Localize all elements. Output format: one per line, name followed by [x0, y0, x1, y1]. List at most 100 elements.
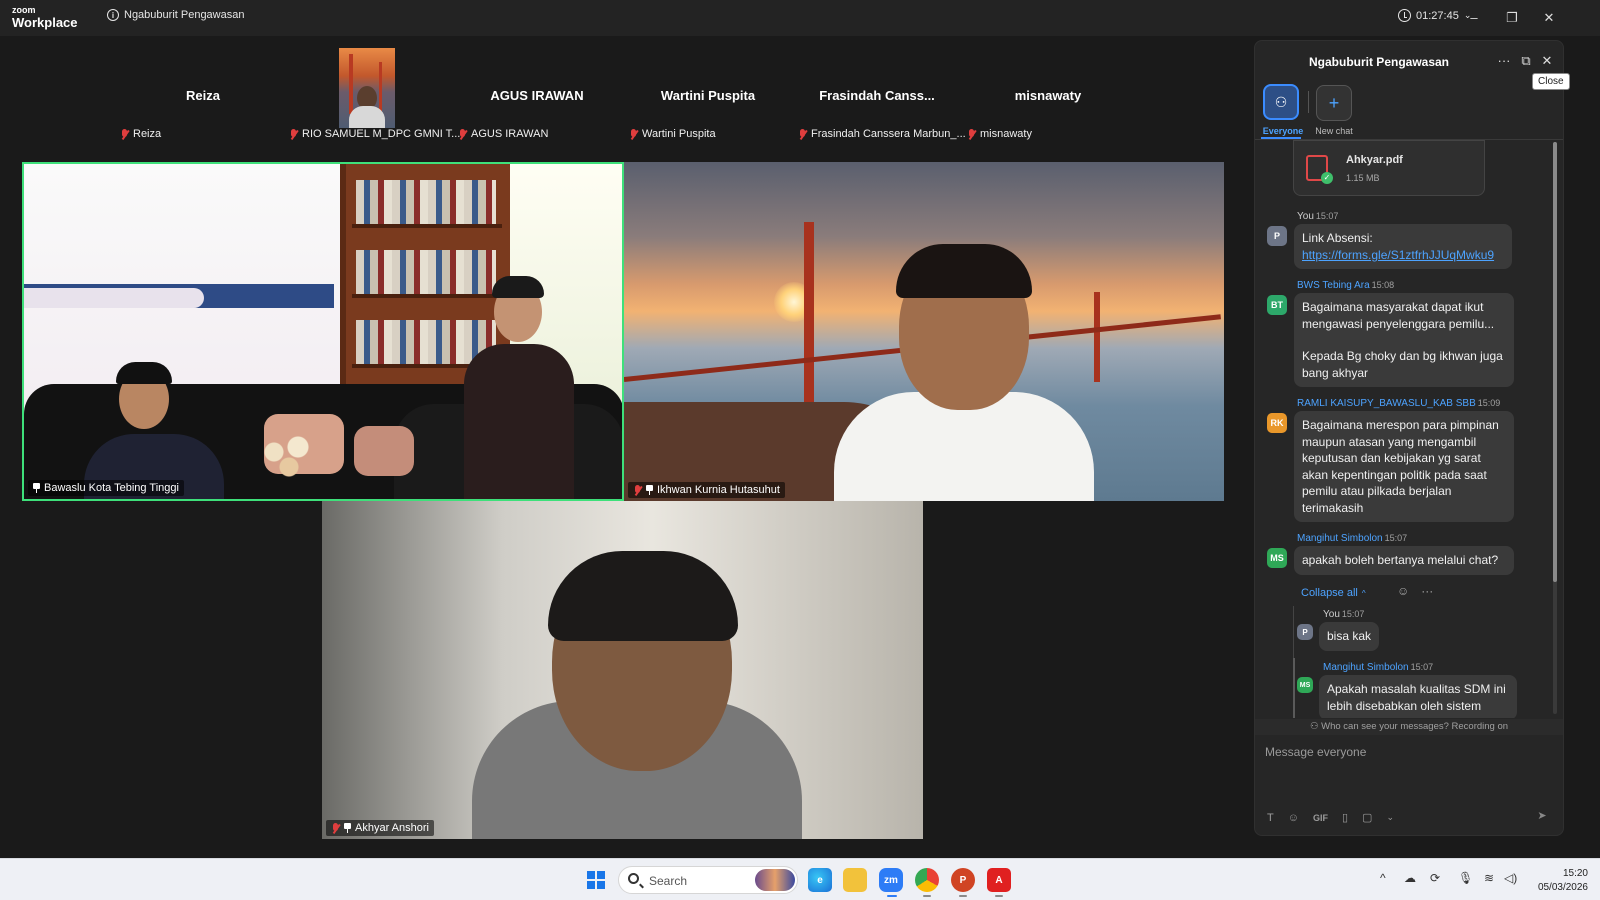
avatar: BT [1267, 295, 1287, 315]
tab-new-chat[interactable]: + [1316, 85, 1352, 121]
avatar: MS [1267, 548, 1287, 568]
mic-muted-icon [289, 128, 298, 140]
video-name-label: Akhyar Anshori [326, 820, 434, 836]
collapse-all-button[interactable]: Collapse all ^ [1301, 587, 1366, 599]
avatar: P [1297, 624, 1313, 640]
gif-button[interactable]: GIF [1313, 813, 1328, 823]
more-options-button[interactable]: ··· [1495, 52, 1513, 70]
mic-muted-icon [967, 128, 976, 140]
participant-label: Frasindah Canssera Marbun_... [798, 128, 966, 140]
file-name: Ahkyar.pdf [1346, 154, 1403, 166]
taskbar-search[interactable]: Search [618, 866, 798, 894]
tab-everyone[interactable]: ⚇ [1263, 84, 1299, 120]
pin-icon [344, 823, 351, 833]
participant-label: misnawaty [967, 128, 1032, 140]
participant-name: AGUS IRAWAN [490, 88, 584, 103]
clock-date: 05/03/2026 [1537, 882, 1588, 893]
video-tile-active-speaker[interactable]: Bawaslu Kota Tebing Tinggi [22, 162, 624, 501]
participant-label: Reiza [120, 128, 161, 140]
title-bar: zoom Workplace i Ngabuburit Pengawasan 0… [0, 0, 1600, 36]
popout-chat-button[interactable]: ⧉ [1517, 52, 1535, 70]
system-clock[interactable]: 15:20 05/03/2026 [1522, 867, 1588, 895]
mic-muted-icon [458, 128, 467, 140]
send-icon[interactable]: ➤ [1533, 809, 1551, 825]
participant-tile[interactable]: Wartini Puspita Wartini Puspita [623, 48, 793, 146]
participant-tile[interactable]: RIO SAMUEL M_DPC GMNI T... [283, 48, 460, 146]
participant-label: AGUS IRAWAN [458, 128, 548, 140]
mic-muted-icon [120, 128, 129, 140]
visibility-notice[interactable]: ⚇ Who can see your messages? Recording o… [1255, 719, 1563, 735]
file-icon[interactable]: ▯ [1342, 811, 1348, 824]
screenshot-icon[interactable]: ▢ [1362, 811, 1372, 824]
message-sender: BWS Tebing Ara 15:08 [1297, 280, 1395, 291]
restore-button[interactable]: ❐ [1502, 8, 1522, 28]
chrome-icon[interactable] [915, 868, 939, 892]
close-chat-button[interactable]: ✕ [1538, 52, 1556, 70]
zoom-icon[interactable]: zm [879, 868, 903, 892]
avatar: P [1267, 226, 1287, 246]
tab-new-chat-label: New chat [1315, 126, 1353, 136]
message-sender: Mangihut Simbolon 15:07 [1323, 662, 1434, 673]
check-icon: ✓ [1321, 172, 1333, 184]
message-sender: You 15:07 [1297, 211, 1339, 222]
chevron-up-icon: ^ [1361, 588, 1366, 598]
brand-line2: Workplace [12, 15, 78, 30]
participant-name: Reiza [186, 88, 220, 103]
file-explorer-icon[interactable] [843, 868, 867, 892]
message-bubble: Bagaimana masyarakat dapat ikut mengawas… [1294, 293, 1514, 387]
message-bubble: bisa kak [1319, 622, 1380, 651]
wifi-icon[interactable]: ≋ [1484, 871, 1494, 885]
chat-messages[interactable]: ✓ Ahkyar.pdf 1.15 MB P You 15:07 Link Abs… [1255, 140, 1555, 718]
meeting-info-button[interactable]: i Ngabuburit Pengawasan [107, 9, 244, 21]
meeting-timer[interactable]: 01:27:45 ⌄ [1398, 9, 1471, 22]
participant-tile[interactable]: Frasindah Canss... Frasindah Canssera Ma… [792, 48, 966, 146]
powerpoint-icon[interactable]: P [951, 868, 975, 892]
clock-time: 15:20 [1562, 868, 1588, 879]
sync-icon[interactable]: ⟳ [1430, 871, 1440, 885]
avatar: MS [1297, 677, 1313, 693]
close-window-button[interactable]: ✕ [1539, 8, 1559, 28]
plus-icon: + [1328, 92, 1340, 113]
message-sender: You 15:07 [1323, 609, 1365, 620]
show-hidden-icons-chevron-icon[interactable]: ^ [1380, 871, 1386, 885]
mic-muted-icon [331, 822, 340, 834]
absensi-link[interactable]: https://forms.gle/S1ztfrhJJUqMwku9 [1302, 248, 1494, 262]
participant-tile[interactable]: AGUS IRAWAN AGUS IRAWAN [452, 48, 622, 146]
edge-icon[interactable]: e [808, 868, 832, 892]
participant-tile[interactable]: Reiza Reiza [118, 48, 288, 146]
chat-scrollbar[interactable] [1553, 142, 1557, 714]
volume-icon[interactable]: ◁) [1504, 871, 1517, 885]
participant-video [339, 48, 395, 128]
message-sender: Mangihut Simbolon 15:07 [1297, 533, 1408, 544]
file-attachment[interactable]: ✓ Ahkyar.pdf 1.15 MB [1293, 140, 1485, 196]
video-tile[interactable]: Ikhwan Kurnia Hutasuhut [624, 162, 1224, 501]
more-icon[interactable]: ··· [1421, 584, 1433, 598]
people-icon: ⚇ [1309, 721, 1319, 732]
cloud-offline-icon[interactable]: ☁ [1404, 871, 1416, 885]
participant-label: RIO SAMUEL M_DPC GMNI T... [289, 128, 460, 140]
message-bubble: Bagaimana merespon para pimpinan maupun … [1294, 411, 1514, 522]
add-reaction-icon[interactable]: ☺ [1397, 584, 1409, 598]
emoji-icon[interactable]: ☺ [1288, 812, 1299, 824]
search-highlight-image [755, 869, 795, 891]
chat-title: Ngabuburit Pengawasan [1308, 55, 1450, 69]
minimize-button[interactable]: – [1464, 8, 1484, 28]
brand-line1: zoom [12, 5, 36, 15]
windows-taskbar: Search e zm P A ^ ☁ ⟳ 🎙 ≋ ◁) 15:20 05/03… [0, 858, 1600, 900]
video-tile[interactable]: Akhyar Anshori [322, 501, 923, 839]
acrobat-icon[interactable]: A [987, 868, 1011, 892]
message-input[interactable]: Message everyone T ☺ GIF ▯ ▢ ⌄ ➤ [1255, 737, 1563, 835]
clock-icon [1398, 9, 1411, 22]
participant-name: Wartini Puspita [660, 88, 756, 103]
participant-tile[interactable]: misnawaty misnawaty [963, 48, 1133, 146]
timer-value: 01:27:45 [1416, 9, 1459, 22]
video-name-label: Bawaslu Kota Tebing Tinggi [28, 480, 184, 496]
mic-muted-icon [629, 128, 638, 140]
format-text-icon[interactable]: T [1267, 812, 1274, 824]
info-icon: i [107, 9, 119, 21]
file-size: 1.15 MB [1346, 173, 1380, 183]
microphone-icon[interactable]: 🎙 [1458, 871, 1473, 885]
message-bubble: Link Absensi: https://forms.gle/S1ztfrhJ… [1294, 224, 1512, 269]
windows-start-icon[interactable] [587, 871, 605, 889]
chevron-down-icon[interactable]: ⌄ [1386, 812, 1394, 823]
